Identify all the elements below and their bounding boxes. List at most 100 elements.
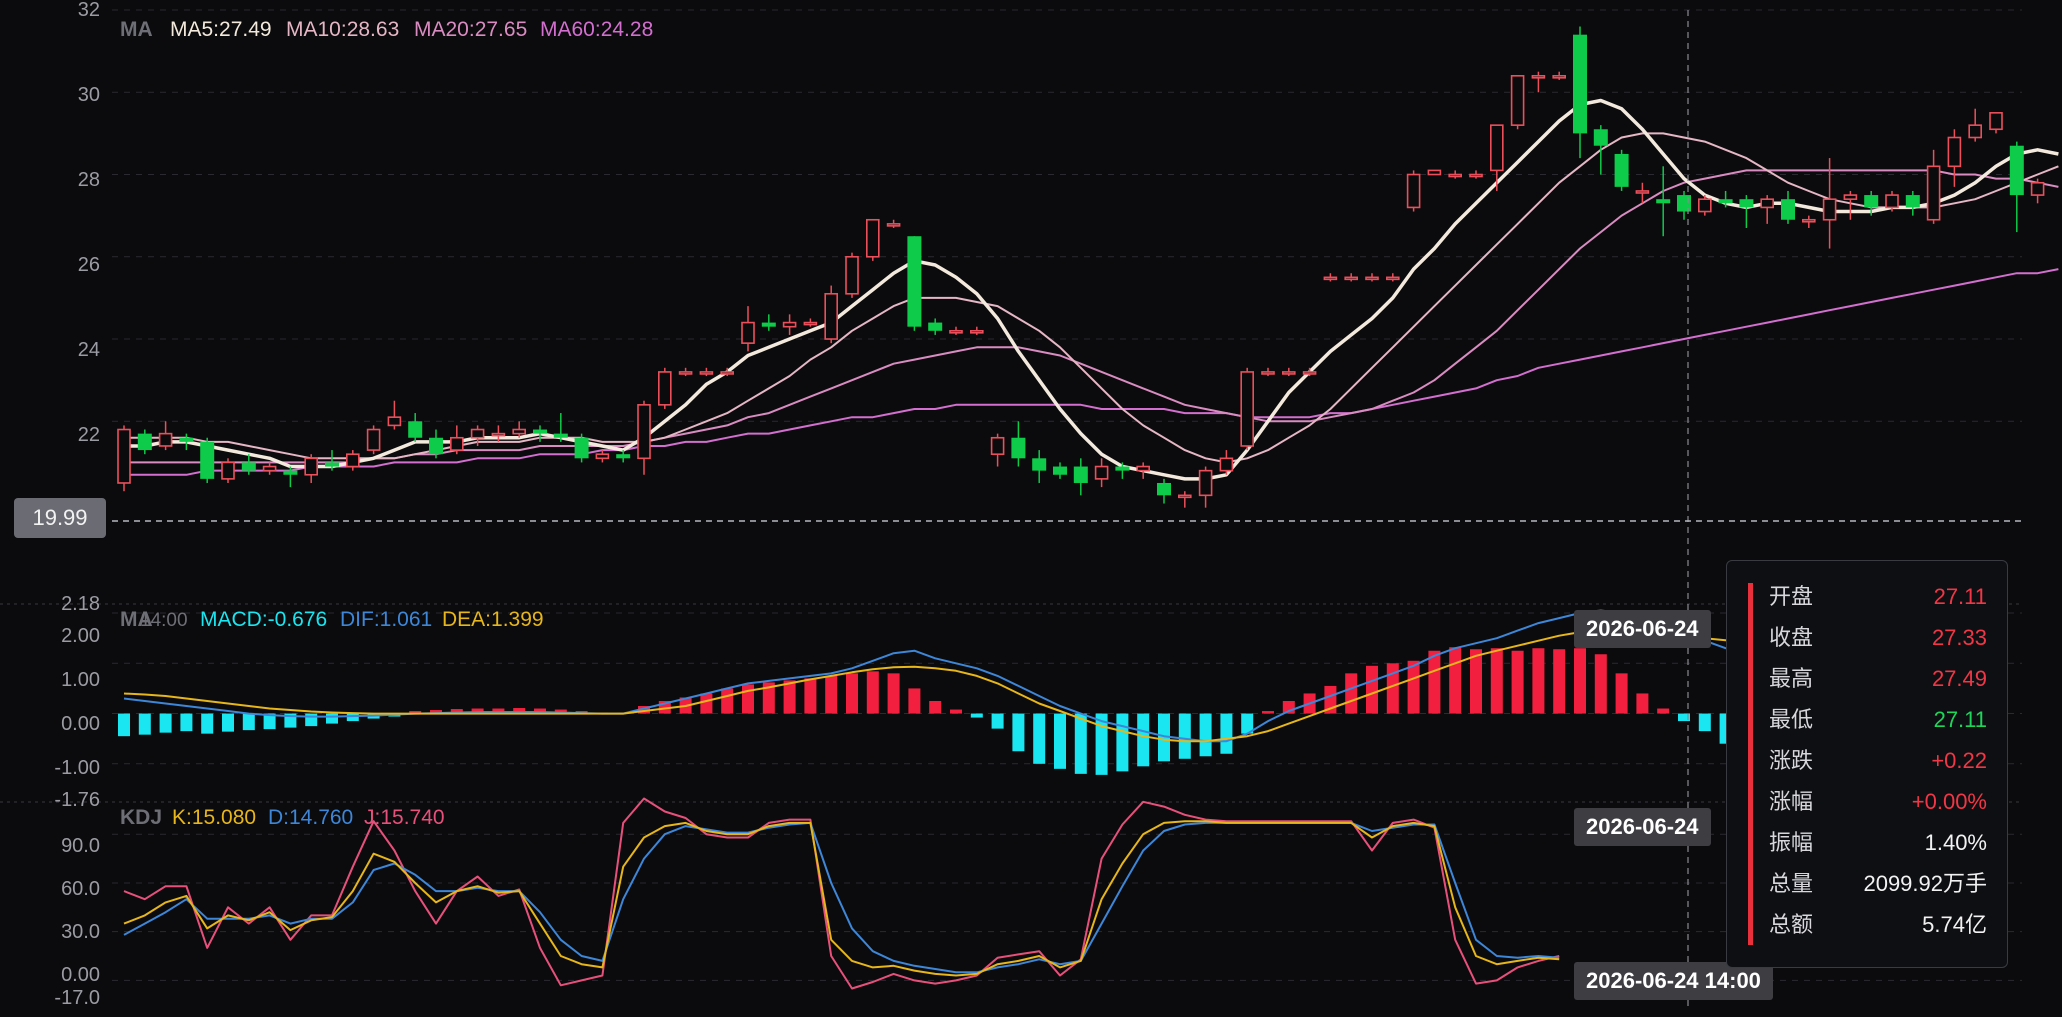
candlestick — [1365, 273, 1379, 282]
candlestick — [928, 318, 943, 335]
candle-body — [1365, 276, 1379, 281]
macd-histogram-bar — [1698, 713, 1711, 732]
j-legend: J:15.740 — [364, 806, 445, 829]
candle-body — [1573, 34, 1587, 134]
macd-histogram-bar — [1012, 713, 1025, 752]
candlestick — [1073, 458, 1088, 496]
macd-axis-label: -1.76 — [54, 789, 100, 811]
macd-histogram-bar — [908, 688, 921, 714]
candle-body — [1885, 194, 1899, 209]
info-label: 振幅 — [1769, 830, 1814, 855]
macd-histogram-bar — [721, 688, 734, 714]
candle-body — [1261, 371, 1275, 375]
macd-histogram-bar — [1074, 713, 1087, 774]
candle-body — [345, 453, 360, 468]
candlestick — [1053, 462, 1067, 479]
candlestick — [969, 326, 984, 335]
candlestick — [1386, 273, 1400, 282]
info-row: 总额 5.74亿 — [1769, 904, 1987, 945]
candle-body — [1323, 276, 1338, 281]
info-value: 2099.92万手 — [1863, 871, 1987, 896]
candle-body — [1718, 199, 1733, 204]
price-axis-label: 22 — [78, 424, 100, 446]
candle-body — [1656, 199, 1671, 204]
candlestick — [553, 413, 568, 442]
candlestick — [429, 429, 443, 459]
candlestick — [803, 318, 818, 327]
candlestick — [1094, 458, 1109, 488]
stock-chart[interactable]: 32 30 28 26 24 22 2.18 2.00 1.00 0.00 -1… — [0, 0, 2062, 1012]
candle-body — [1198, 469, 1213, 497]
candlestick — [1344, 273, 1358, 282]
ohlc-info-panel: 开盘 27.11 收盘 27.33 最高 27.49 最低 27.11 涨跌 +0.22 涨幅 +0.… — [1726, 560, 2008, 968]
macd-histogram-bar — [1636, 693, 1649, 714]
candle-body — [1032, 458, 1047, 471]
macd-histogram-bar — [887, 673, 900, 714]
price-axis-label: 30 — [78, 84, 100, 106]
candlestick — [304, 454, 319, 483]
candlestick — [678, 367, 693, 377]
kdj-axis-label: 90.0 — [61, 835, 100, 857]
candle-body — [699, 371, 714, 375]
info-value: 27.11 — [1933, 707, 1987, 732]
candle-body — [782, 321, 797, 328]
candlestick — [1136, 462, 1150, 479]
candle-body — [1240, 371, 1254, 447]
ma-legend-title: MA — [120, 18, 153, 41]
candle-body — [449, 436, 464, 451]
candlestick — [1282, 367, 1296, 377]
candlestick — [1989, 112, 2003, 134]
candle-body — [1864, 195, 1879, 208]
macd-histogram-bar — [991, 713, 1004, 729]
candlestick — [1157, 478, 1171, 504]
macd-axis-label: 2.00 — [61, 625, 100, 647]
price-axis-label: 24 — [78, 339, 100, 361]
candle-body — [533, 429, 547, 434]
info-row: 振幅 1.40% — [1769, 822, 1987, 863]
candlestick — [387, 400, 402, 430]
macd-axis-label: 0.00 — [61, 713, 100, 735]
info-label: 收盘 — [1769, 625, 1814, 650]
candlestick — [1968, 108, 1982, 142]
macd-histogram-bar — [1116, 713, 1129, 772]
info-value: +0.00% — [1911, 789, 1987, 814]
candle-body — [1094, 465, 1109, 480]
candlestick — [2009, 141, 2024, 233]
candle-body — [221, 461, 235, 480]
candle-body — [1011, 437, 1026, 459]
info-row: 总量 2099.92万手 — [1769, 863, 1987, 904]
candle-body — [1073, 466, 1088, 483]
macd-histogram-bar — [1199, 713, 1212, 757]
info-label: 涨幅 — [1769, 789, 1814, 814]
candle-body — [928, 322, 943, 331]
macd-histogram-bar — [866, 671, 879, 714]
candle-body — [304, 457, 319, 476]
candle-body — [179, 437, 194, 442]
candlestick — [990, 433, 1005, 467]
candlestick — [1178, 491, 1192, 508]
macd-histogram-bar — [1345, 673, 1358, 714]
candle-body — [512, 428, 527, 435]
candle-body — [1344, 276, 1358, 281]
candle-body — [1178, 494, 1192, 499]
candlestick — [1011, 421, 1026, 467]
candle-body — [117, 428, 131, 484]
crosshair-date-tag-macd: 2026-06-24 — [1574, 610, 1711, 648]
kdj-axis-label: 60.0 — [61, 878, 100, 900]
macd-histogram-bar — [180, 713, 193, 732]
macd-histogram-bar — [1615, 673, 1628, 714]
price-axis-label: 26 — [78, 254, 100, 276]
grid-layer — [0, 9, 2022, 981]
kdj-axis-label: -17.0 — [54, 987, 100, 1009]
macd-histogram-bar — [1366, 665, 1378, 714]
candle-body — [1822, 198, 1837, 221]
candlestick — [616, 450, 631, 463]
candlestick — [200, 437, 215, 483]
candle-body — [1552, 75, 1566, 79]
candle-body — [1427, 169, 1442, 176]
candle-body — [637, 404, 651, 460]
ma60-legend: MA60:24.28 — [540, 18, 653, 41]
candle-body — [1302, 371, 1317, 375]
candle-body — [1219, 457, 1234, 472]
candle-body — [865, 218, 880, 258]
